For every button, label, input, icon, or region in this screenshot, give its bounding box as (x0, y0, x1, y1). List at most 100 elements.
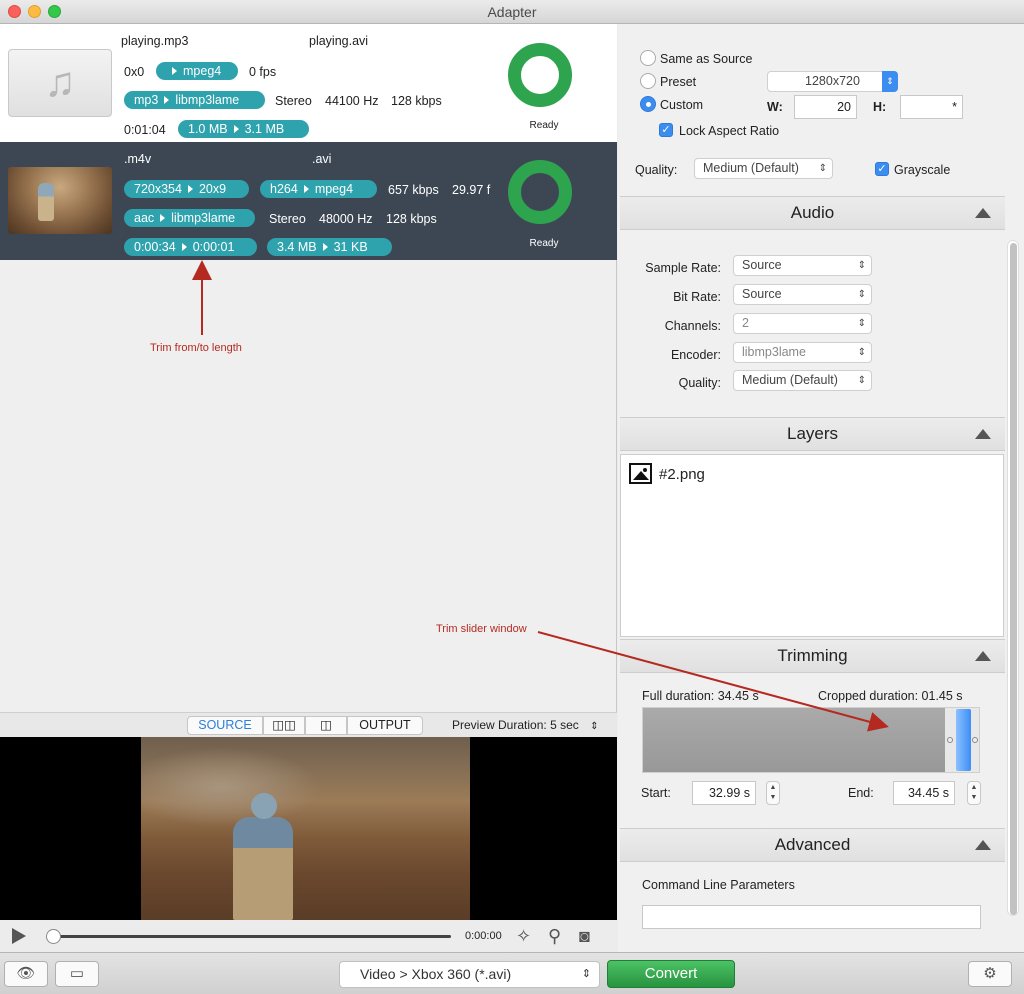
trim-length-annotation: Trim from/to length (150, 342, 242, 354)
bit-rate-select[interactable]: Source ⇕ (733, 284, 872, 305)
grayscale-checkbox[interactable]: ✓ (875, 162, 889, 176)
zoom-icon[interactable]: ⚲ (548, 926, 561, 947)
preview-video (0, 737, 617, 920)
arrow-right-icon (181, 243, 187, 252)
tab-output[interactable]: OUTPUT (347, 716, 423, 735)
tab-source[interactable]: SOURCE (187, 716, 263, 735)
magic-wand-icon[interactable]: ✧ (516, 926, 531, 947)
play-icon[interactable] (12, 928, 26, 944)
preview-bar: SOURCE ◫◫ ◫ OUTPUT Preview Duration: 5 s… (0, 712, 617, 737)
arrow-right-icon (172, 67, 177, 76)
chevron-updown-icon: ⇕ (857, 347, 866, 358)
sample-rate-select[interactable]: Source ⇕ (733, 255, 872, 276)
encoder-label: Encoder: (670, 348, 721, 362)
trimming-section-header[interactable]: Trimming (620, 639, 1005, 673)
trim-end-handle[interactable] (972, 737, 978, 743)
trim-end-stepper[interactable]: ▲ ▼ (967, 781, 981, 805)
settings-button[interactable]: ⚙ (968, 961, 1012, 987)
progress-ring (508, 43, 572, 107)
collapse-icon (975, 840, 991, 850)
terminal-icon: ▭ (69, 965, 85, 982)
width-field[interactable]: 20 (794, 95, 857, 119)
advanced-section-header[interactable]: Advanced (620, 828, 1005, 862)
lock-aspect-label: Lock Aspect Ratio (679, 124, 780, 138)
audio-codec-pill[interactable]: aac libmp3lame (124, 209, 255, 227)
collapse-icon (975, 429, 991, 439)
custom-label: Custom (660, 98, 704, 112)
file-row[interactable]: ♫ playing.mp3 playing.avi 0x0 mpeg4 0 fp… (0, 24, 617, 142)
settings-scrollbar[interactable] (1007, 240, 1019, 916)
trim-start-stepper[interactable]: ▲ ▼ (766, 781, 780, 805)
preview-toggle-button[interactable]: 👁 (4, 961, 48, 987)
video-codec-pill[interactable]: mpeg4 (156, 62, 238, 80)
preview-duration[interactable]: Preview Duration: 5 sec ⇕ (452, 718, 598, 732)
video-quality-select[interactable]: Medium (Default) ⇕ (694, 158, 833, 179)
file-row-selected[interactable]: .m4v .avi 720x354 20x9 h264 mpeg4 657 kbps… (0, 142, 617, 260)
arrow-right-icon (233, 125, 239, 134)
arrow-right-icon (187, 185, 193, 194)
tab-split[interactable]: ◫ (305, 716, 347, 735)
chevron-updown-icon: ⇕ (818, 163, 827, 174)
arrow-right-icon (160, 214, 166, 223)
resolution-pill[interactable]: 720x354 20x9 (124, 180, 249, 198)
audio-section-header[interactable]: Audio (620, 196, 1005, 230)
chevron-updown-icon: ⇕ (581, 968, 591, 980)
convert-button[interactable]: Convert (607, 960, 735, 988)
music-note-icon: ♫ (44, 58, 76, 105)
trim-selected-region[interactable] (956, 709, 971, 771)
eye-icon: 👁 (16, 965, 36, 982)
trim-end-label: End: (848, 786, 874, 800)
audio-channels: Stereo (269, 212, 306, 226)
title-bar: Adapter (0, 0, 1024, 24)
height-label: H: (873, 100, 887, 114)
camera-icon[interactable]: ◙ (579, 926, 590, 947)
size-pill[interactable]: 3.4 MB 31 KB (267, 238, 392, 256)
channels-select[interactable]: 2 ⇕ (733, 313, 872, 334)
duration: 0:01:04 (124, 123, 166, 137)
radio-preset[interactable] (640, 73, 656, 89)
chevron-updown-icon: ⇕ (590, 721, 599, 732)
video-codec-pill[interactable]: h264 mpeg4 (260, 180, 377, 198)
audio-codec-pill[interactable]: mp3 libmp3lame (124, 91, 265, 109)
cropped-duration: Cropped duration: 01.45 s (818, 689, 963, 703)
audio-quality-label: Quality: (678, 376, 721, 390)
output-preset-select[interactable]: Video > Xbox 360 (*.avi) ⇕ (339, 961, 600, 988)
trim-pill[interactable]: 0:00:34 0:00:01 (124, 238, 257, 256)
bottom-toolbar: 👁 ▭ Video > Xbox 360 (*.avi) ⇕ Convert ⚙ (0, 952, 1024, 994)
tab-side-by-side[interactable]: ◫◫ (263, 716, 305, 735)
playback-track[interactable] (48, 935, 451, 938)
grayscale-label: Grayscale (894, 163, 951, 177)
output-filename[interactable]: playing.avi (309, 34, 368, 48)
chevron-updown-icon: ⇕ (882, 71, 898, 92)
video-thumbnail (8, 167, 112, 234)
height-field[interactable]: * (900, 95, 963, 119)
lock-aspect-checkbox[interactable]: ✓ (659, 123, 673, 137)
command-line-input[interactable] (642, 905, 981, 929)
sample-rate-label: Sample Rate: (645, 261, 721, 275)
layer-item[interactable]: #2.png (659, 466, 705, 483)
resolution: 0x0 (124, 65, 145, 79)
video-bitrate: 657 kbps (388, 183, 439, 197)
playhead-knob[interactable] (46, 929, 61, 944)
split-view-icon: ◫◫ (272, 718, 296, 732)
bit-rate-label: Bit Rate: (673, 290, 721, 304)
radio-custom[interactable] (640, 96, 656, 112)
width-label: W: (767, 100, 783, 114)
status-label: Ready (529, 238, 559, 249)
full-duration: Full duration: 34.45 s (642, 689, 759, 703)
encoder-select[interactable]: libmp3lame ⇕ (733, 342, 872, 363)
audio-thumbnail: ♫ (8, 49, 112, 117)
trim-end-field[interactable]: 34.45 s (893, 781, 955, 805)
preset-select[interactable]: 1280x720 ⇕ (767, 71, 898, 92)
audio-quality-select[interactable]: Medium (Default) ⇕ (733, 370, 872, 391)
log-button[interactable]: ▭ (55, 961, 99, 987)
trim-start-field[interactable]: 32.99 s (692, 781, 756, 805)
output-filename[interactable]: .avi (312, 152, 331, 166)
size-pill[interactable]: 1.0 MB 3.1 MB (178, 120, 309, 138)
radio-same-as-source[interactable] (640, 50, 656, 66)
trim-slider[interactable] (642, 707, 980, 773)
video-frame (141, 737, 470, 920)
trim-start-handle[interactable] (947, 737, 953, 743)
window-title: Adapter (487, 4, 537, 20)
layers-section-header[interactable]: Layers (620, 417, 1005, 451)
